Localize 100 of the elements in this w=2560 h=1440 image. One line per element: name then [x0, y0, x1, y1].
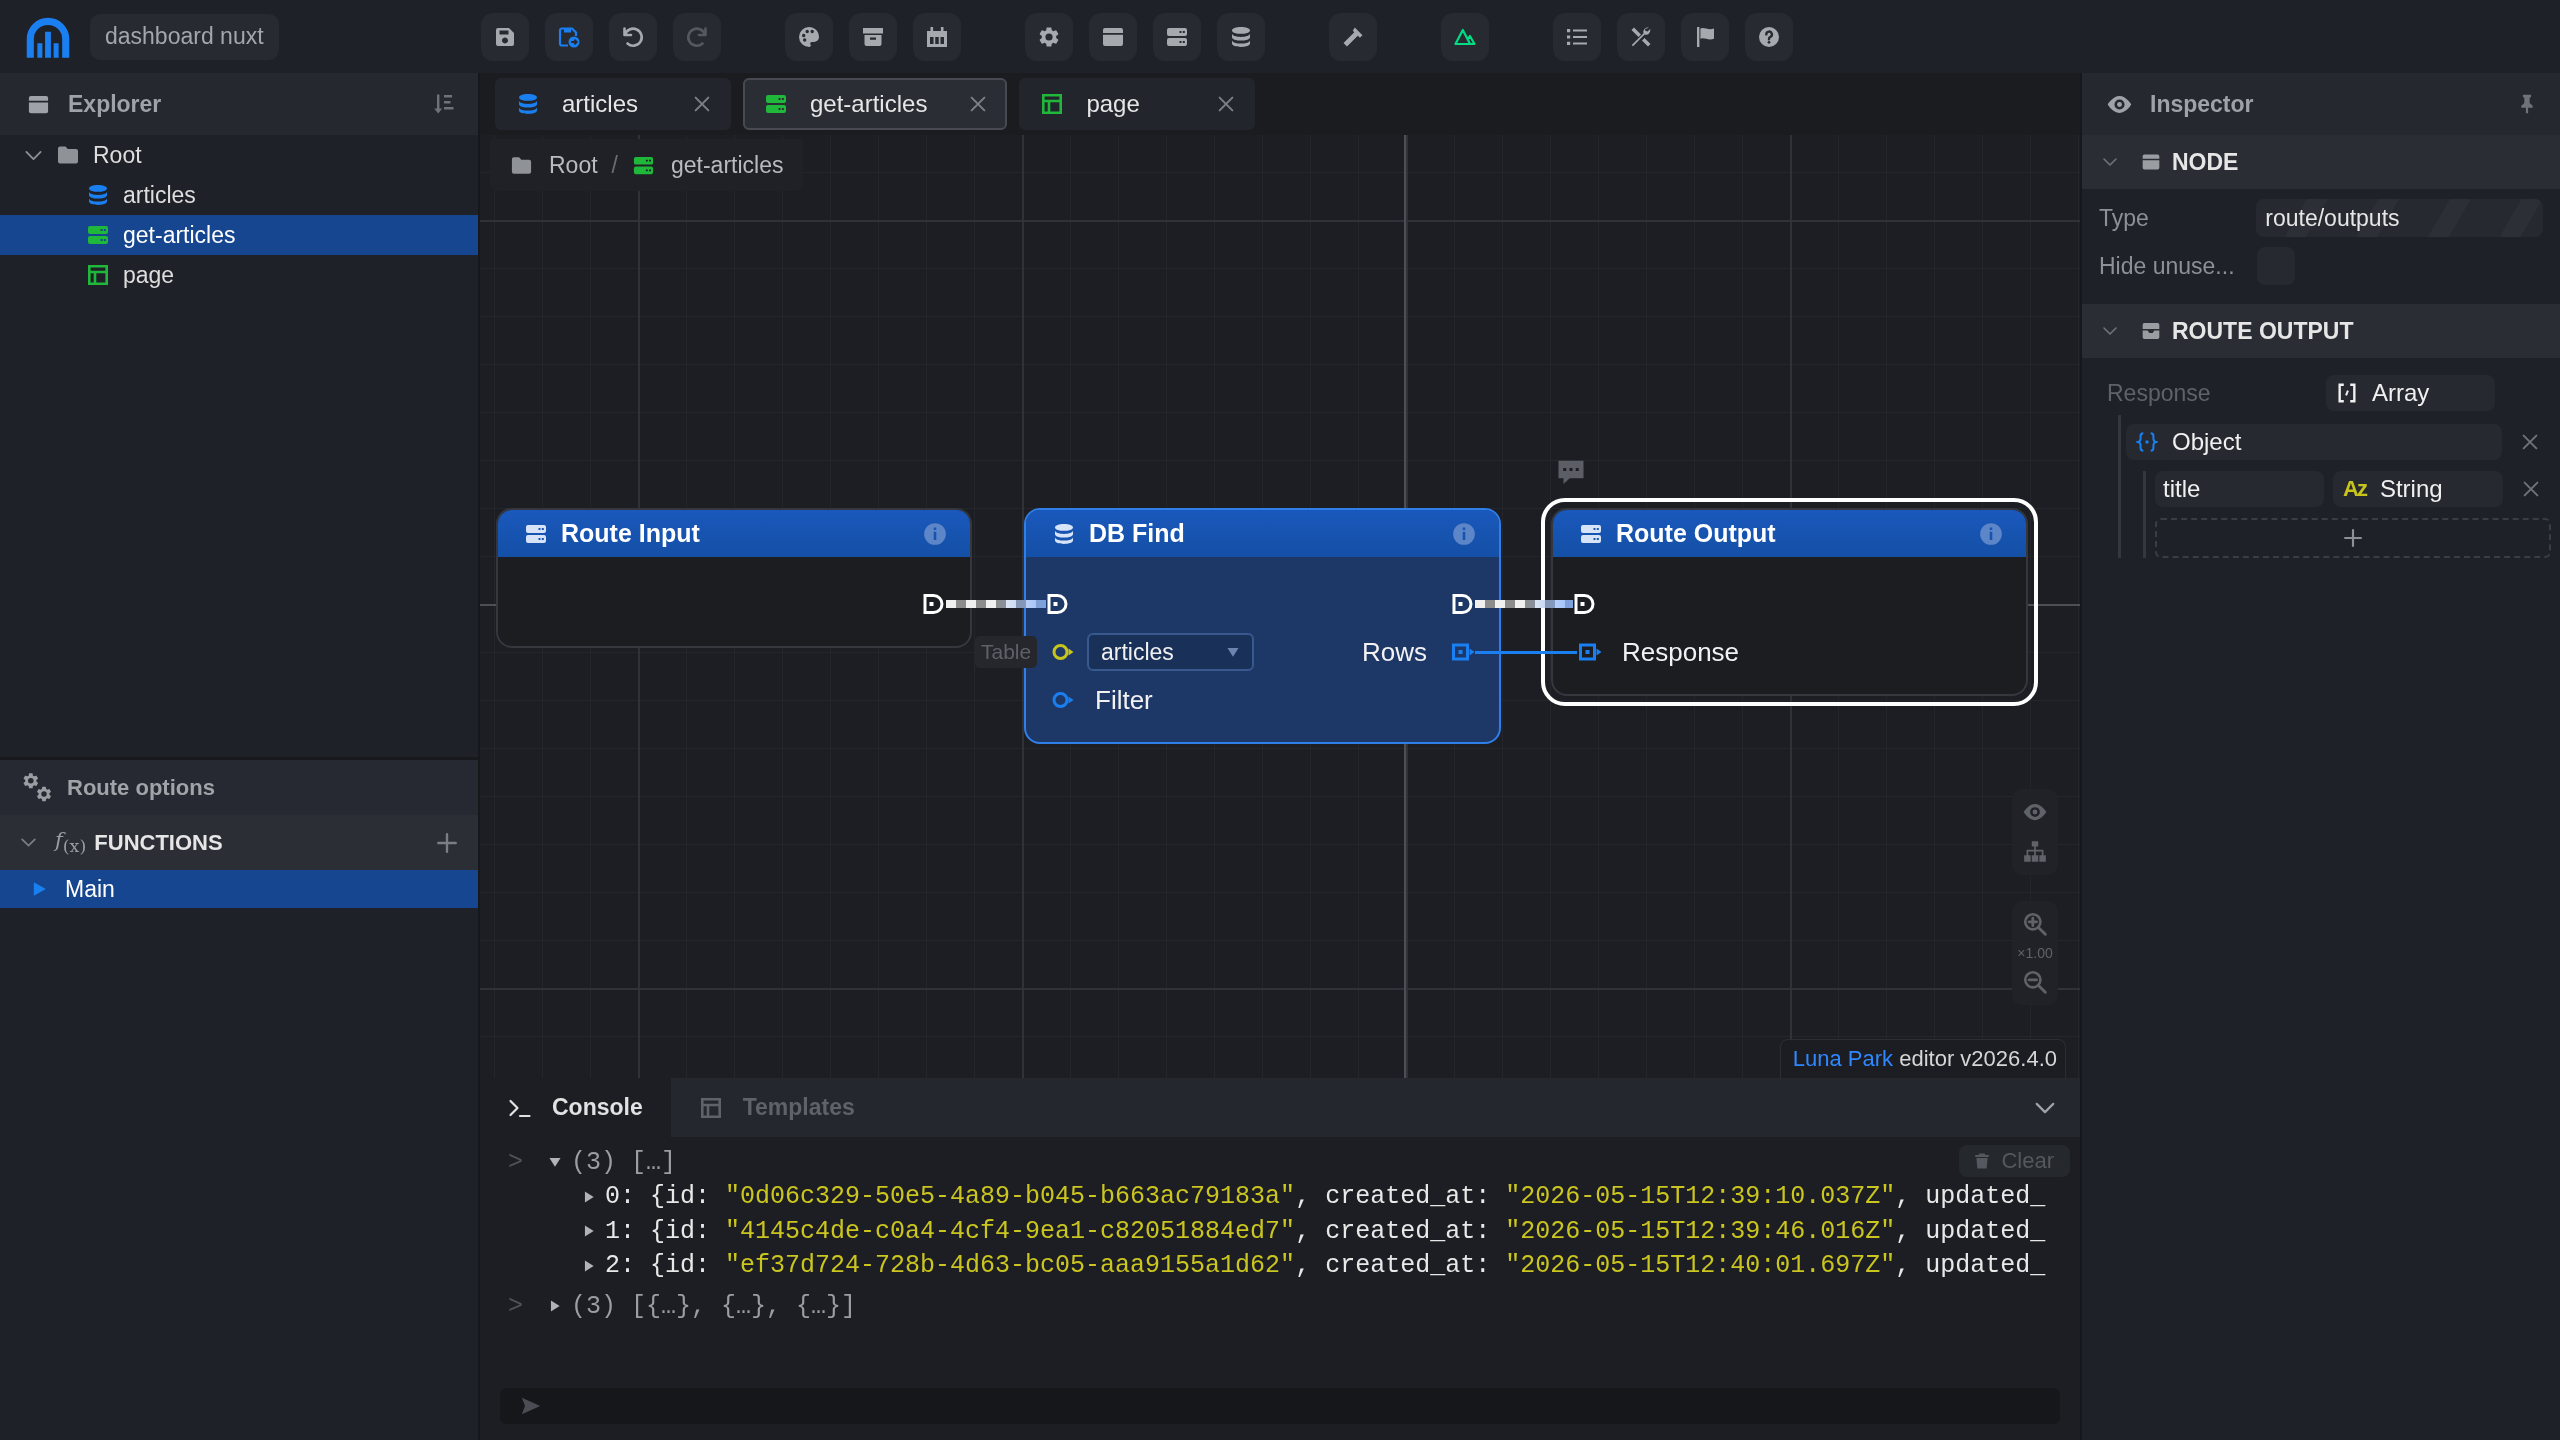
server-button[interactable] — [1152, 12, 1201, 61]
tray-icon — [2140, 321, 2162, 341]
version-label: Luna Park editor v2026.4.0 — [1779, 1039, 2066, 1078]
tree-item[interactable]: get-articles — [0, 215, 478, 255]
server-icon — [764, 92, 788, 116]
function-icon: f$_{(x)}$ — [55, 828, 87, 857]
close-icon[interactable] — [693, 95, 711, 113]
database-icon — [516, 92, 540, 116]
sort-icon[interactable] — [432, 92, 456, 116]
type-select[interactable]: Array — [2326, 375, 2495, 411]
field-label: Hide unuse... — [2099, 252, 2236, 280]
help-button[interactable] — [1744, 12, 1793, 61]
graph-node[interactable]: Route Output Response — [1551, 508, 2028, 696]
section-header[interactable]: ROUTE OUTPUT — [2082, 304, 2560, 358]
editor-tab[interactable]: articles — [495, 78, 731, 130]
node-title: Route Output — [1616, 519, 1777, 548]
tools-button[interactable] — [1616, 12, 1665, 61]
port-label: Response — [1622, 636, 1740, 668]
close-icon[interactable] — [2522, 480, 2540, 498]
caret-icon[interactable] — [548, 1299, 562, 1314]
type-select[interactable]: Object — [2126, 424, 2502, 460]
field-label: Response — [2107, 379, 2212, 407]
breadcrumb-item[interactable]: get-articles — [632, 151, 784, 179]
exec-port[interactable] — [1046, 592, 1070, 616]
name-field[interactable]: title — [2155, 471, 2324, 507]
string-type-icon: Az — [2343, 476, 2366, 502]
route-options-header[interactable]: Route options — [0, 757, 478, 815]
database-icon — [86, 183, 110, 207]
flag-button[interactable] — [1680, 12, 1729, 61]
caret-icon — [1226, 645, 1240, 659]
layout-icon — [698, 1095, 723, 1120]
zoom-out-icon[interactable] — [2022, 969, 2048, 995]
graph-node[interactable]: Route Input — [496, 508, 972, 648]
port-label: Filter — [1095, 684, 1153, 716]
close-icon[interactable] — [1217, 95, 1236, 113]
save-arrow-icon — [556, 24, 581, 49]
close-icon[interactable] — [969, 95, 988, 113]
exec-port[interactable] — [1573, 592, 1597, 616]
hammer-button[interactable] — [1328, 12, 1377, 61]
table-select[interactable]: articles — [1087, 633, 1254, 671]
section-header[interactable]: NODE — [2082, 135, 2560, 189]
node-title: Route Input — [561, 519, 701, 548]
palette-button[interactable] — [784, 12, 833, 61]
database-button[interactable] — [1216, 12, 1265, 61]
section-header[interactable]: f$_{(x)}$ FUNCTIONS — [0, 815, 478, 870]
help-icon — [1756, 24, 1781, 49]
close-icon[interactable] — [2521, 433, 2539, 451]
brackets-icon — [2336, 382, 2358, 404]
calendar-icon — [924, 24, 949, 49]
caret-icon[interactable] — [582, 1189, 596, 1204]
breadcrumb-separator: / — [611, 151, 618, 179]
function-item[interactable]: Main — [0, 870, 478, 908]
console-prompt: > — [508, 1147, 524, 1177]
plus-icon[interactable] — [436, 831, 458, 854]
panel-title: Inspector — [2150, 90, 2255, 118]
console-line: (3) [{…}, {…}, {…}] — [571, 1291, 857, 1321]
tree-item[interactable]: Root — [0, 135, 478, 175]
panel-title: Explorer — [68, 90, 163, 118]
archive-button[interactable] — [848, 12, 897, 61]
exec-port[interactable] — [922, 592, 946, 616]
save-arrow-button[interactable] — [544, 12, 593, 61]
layout-icon — [1040, 92, 1065, 116]
field-label: Type — [2099, 204, 2150, 232]
list-button[interactable] — [1552, 12, 1601, 61]
braces-icon — [2136, 431, 2158, 453]
caret-icon[interactable] — [582, 1224, 596, 1239]
brand-link[interactable]: Luna Park — [1792, 1046, 1894, 1072]
tree-item[interactable]: articles — [0, 175, 478, 215]
console-tab[interactable]: Console — [480, 1078, 671, 1137]
console-line: 0: {id: "0d06c329-50e5-4a89-b045-b663ac79183a", created_at: "2026-05-15T12:39:10.037Z", updated_ — [605, 1182, 2046, 1212]
port-label: Table — [975, 636, 1038, 668]
palette-icon — [796, 24, 821, 49]
plus-icon — [2343, 528, 2363, 548]
save-button[interactable] — [480, 12, 529, 61]
console-line: (3) […] — [571, 1147, 677, 1177]
zoom-level: ×1.00 — [2017, 945, 2053, 961]
play-icon — [31, 880, 48, 898]
editor-tab[interactable]: page — [1019, 78, 1256, 130]
window-button[interactable] — [1088, 12, 1137, 61]
zoom-in-icon[interactable] — [2022, 911, 2048, 937]
exec-port[interactable] — [1451, 592, 1475, 616]
type-select[interactable]: Az String — [2333, 471, 2503, 507]
layout-icon — [86, 263, 110, 287]
calendar-button[interactable] — [912, 12, 961, 61]
console-input[interactable] — [500, 1388, 2060, 1424]
breadcrumb-item[interactable]: Root — [510, 151, 598, 179]
server-icon — [86, 223, 110, 247]
tree-item[interactable]: page — [0, 255, 478, 295]
hierarchy-icon[interactable] — [2022, 839, 2048, 865]
trash-icon — [1973, 1152, 1992, 1170]
mountain-button[interactable] — [1440, 12, 1489, 61]
settings-button[interactable] — [1024, 12, 1073, 61]
project-button[interactable]: dashboard nuxt — [90, 13, 279, 60]
console-prompt: > — [508, 1291, 524, 1321]
add-field-button[interactable] — [2155, 518, 2551, 558]
undo-icon — [620, 24, 645, 49]
undo-button[interactable] — [608, 12, 657, 61]
port-label: Rows — [1362, 636, 1427, 668]
caret-icon[interactable] — [582, 1258, 596, 1273]
editor-tab[interactable]: get-articles — [743, 78, 1008, 130]
